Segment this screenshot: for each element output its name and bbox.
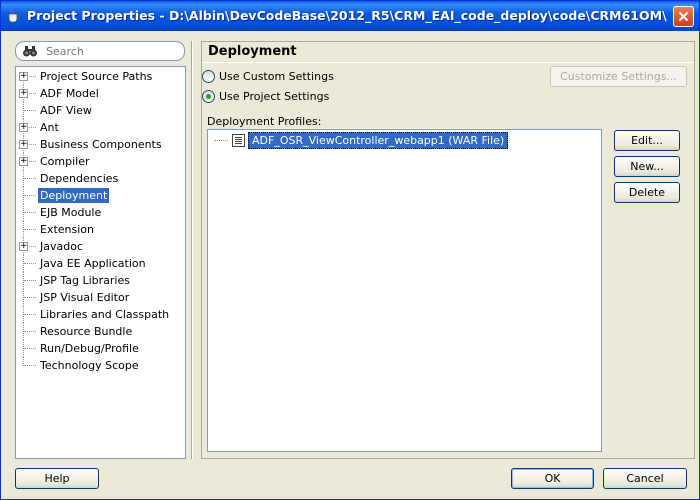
project-properties-dialog: Project Properties - D:\Albin\DevCodeBas… (0, 0, 700, 500)
close-icon (678, 11, 689, 22)
search-input[interactable] (46, 44, 176, 58)
tree-item-business-components[interactable]: + Business Components (16, 136, 185, 153)
customize-settings-button[interactable]: Customize Settings... (550, 66, 687, 87)
tree-item-technology-scope[interactable]: Technology Scope (16, 357, 185, 374)
tree-item-run-debug-profile[interactable]: Run/Debug/Profile (16, 340, 185, 357)
title-bar[interactable]: Project Properties - D:\Albin\DevCodeBas… (1, 1, 699, 31)
tree-item-label: Compiler (40, 155, 90, 168)
window-title: Project Properties - D:\Albin\DevCodeBas… (27, 8, 667, 23)
expand-icon[interactable]: + (19, 140, 28, 149)
search-box[interactable] (15, 41, 185, 61)
use-project-settings-radio[interactable]: Use Project Settings (202, 88, 329, 104)
tree-item-jsp-tag-libraries[interactable]: JSP Tag Libraries (16, 272, 185, 289)
tree-connector (214, 140, 228, 141)
delete-button[interactable]: Delete (614, 182, 680, 203)
panel-splitter[interactable] (191, 41, 193, 459)
tree-item-label: ADF View (40, 104, 92, 117)
tree-item-javadoc[interactable]: + Javadoc (16, 238, 185, 255)
ok-button[interactable]: OK (511, 468, 594, 489)
tree-item-label: JSP Tag Libraries (40, 274, 130, 287)
edit-button[interactable]: Edit... (614, 130, 680, 151)
tree-item-label: Run/Debug/Profile (40, 342, 139, 355)
profile-label: ADF_OSR_ViewController_webapp1 (WAR File… (248, 132, 509, 149)
list-item[interactable]: ADF_OSR_ViewController_webapp1 (WAR File… (214, 132, 509, 149)
tree-item-label: Business Components (40, 138, 162, 151)
tree-item-label: EJB Module (40, 206, 102, 219)
tree-item-libraries-and-classpath[interactable]: Libraries and Classpath (16, 306, 185, 323)
profiles-label: Deployment Profiles: (207, 115, 322, 128)
tree-item-label: Libraries and Classpath (40, 308, 170, 321)
binoculars-icon[interactable] (22, 44, 38, 58)
category-tree[interactable]: + Project Source Paths + ADF Model ADF V… (15, 66, 186, 459)
expand-icon[interactable]: + (19, 157, 28, 166)
coffee-cup-icon (8, 9, 21, 23)
tree-item-java-ee-application[interactable]: Java EE Application (16, 255, 185, 272)
radio-checked-icon[interactable] (202, 89, 215, 103)
tree-item-deployment[interactable]: Deployment (16, 187, 185, 204)
expand-icon[interactable]: + (19, 242, 28, 251)
cancel-button[interactable]: Cancel (603, 468, 687, 489)
new-button[interactable]: New... (614, 156, 680, 177)
war-file-icon (232, 134, 245, 147)
tree-item-resource-bundle[interactable]: Resource Bundle (16, 323, 185, 340)
tree-item-ejb-module[interactable]: EJB Module (16, 204, 185, 221)
tree-item-ant[interactable]: + Ant (16, 119, 185, 136)
radio-unchecked-icon[interactable] (202, 69, 215, 83)
expand-icon[interactable]: + (19, 72, 28, 81)
tree-item-jsp-visual-editor[interactable]: JSP Visual Editor (16, 289, 185, 306)
tree-item-dependencies[interactable]: Dependencies (16, 170, 185, 187)
tree-item-label: Project Source Paths (40, 70, 153, 83)
tree-item-compiler[interactable]: + Compiler (16, 153, 185, 170)
tree-item-label: Ant (40, 121, 59, 134)
expand-icon[interactable]: + (19, 89, 28, 98)
close-button[interactable] (673, 6, 694, 27)
tree-item-extension[interactable]: Extension (16, 221, 185, 238)
tree-item-label: Deployment (38, 188, 110, 203)
tree-item-label: JSP Visual Editor (40, 291, 130, 304)
tree-item-label: Dependencies (40, 172, 119, 185)
expand-icon[interactable]: + (19, 123, 28, 132)
tree-item-adf-view[interactable]: ADF View (16, 102, 185, 119)
tree-item-label: Technology Scope (40, 359, 139, 372)
tree-item-label: Extension (40, 223, 95, 236)
header-divider (202, 62, 694, 63)
radio-label: Use Project Settings (219, 89, 330, 103)
tree-item-label: ADF Model (40, 87, 99, 100)
tree-item-project-source-paths[interactable]: + Project Source Paths (16, 68, 185, 85)
tree-item-label: Java EE Application (40, 257, 146, 270)
tree-item-label: Resource Bundle (40, 325, 133, 338)
radio-label: Use Custom Settings (219, 69, 334, 83)
tree-item-adf-model[interactable]: + ADF Model (16, 85, 185, 102)
tree-item-label: Javadoc (40, 240, 83, 253)
deployment-profiles-list[interactable]: ADF_OSR_ViewController_webapp1 (WAR File… (207, 129, 602, 452)
help-button[interactable]: Help (15, 468, 99, 489)
section-title: Deployment (208, 44, 297, 59)
use-custom-settings-radio[interactable]: Use Custom Settings (202, 68, 334, 84)
